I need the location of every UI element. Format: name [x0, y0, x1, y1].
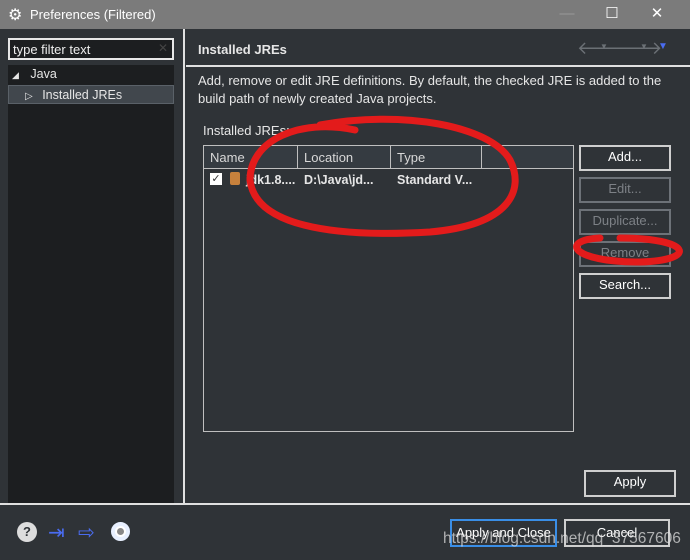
red-annotation-scribbles: [246, 115, 683, 266]
